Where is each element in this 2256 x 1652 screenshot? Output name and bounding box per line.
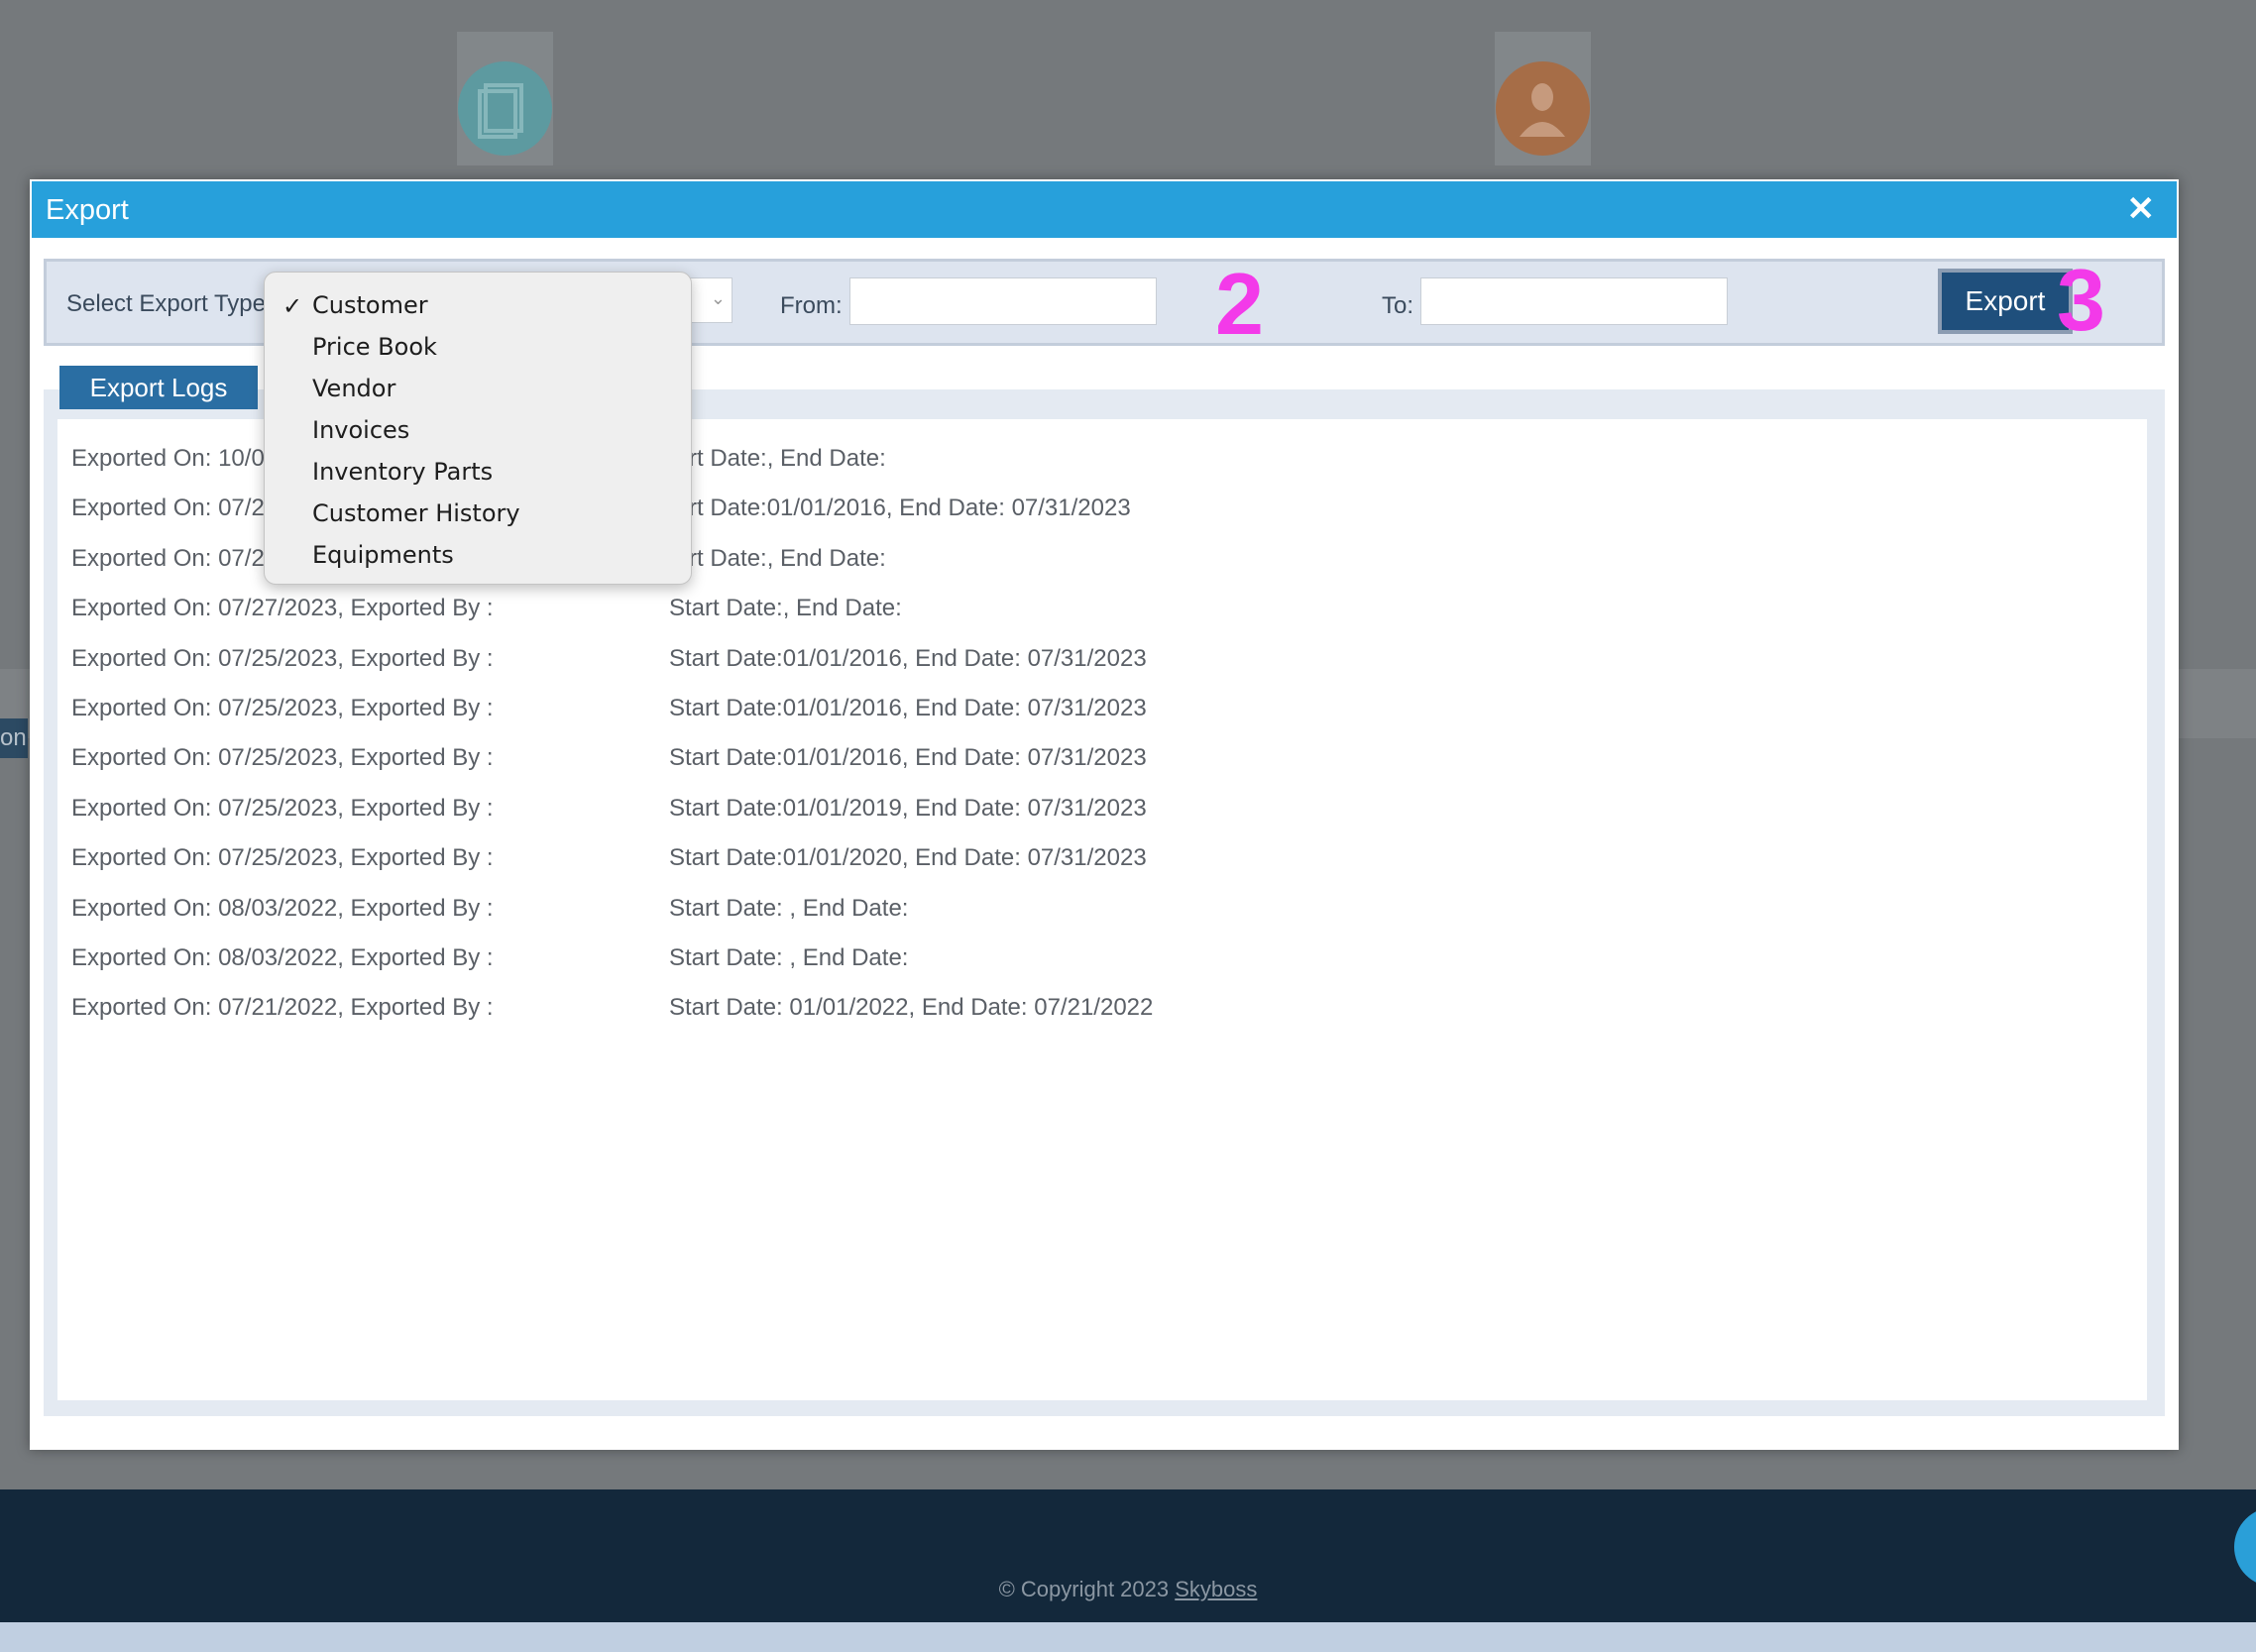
footer: © Copyright 2023 Skyboss <box>0 1489 2256 1622</box>
log-row: Exported On: 07/25/2023, Exported By : St… <box>71 736 1261 786</box>
dropdown-option-invoices[interactable]: Invoices <box>312 416 409 444</box>
close-icon[interactable]: ✕ <box>2127 191 2156 227</box>
log-row: Exported On: 07/27/2023, Exported By : St… <box>71 587 1261 636</box>
export-button[interactable]: Export <box>1938 269 2073 334</box>
log-exported: Exported On: 07/25/2023, Exported By : <box>71 794 494 822</box>
log-row: Exported On: 07/25/2023, Exported By : St… <box>71 687 1261 736</box>
log-row: Exported On: 07/25/2023, Exported By : St… <box>71 836 1261 886</box>
dropdown-option-equipments[interactable]: Equipments <box>312 541 454 569</box>
log-exported: Exported On: 08/03/2022, Exported By : <box>71 894 494 922</box>
log-range: Start Date: 01/01/2022, End Date: 07/21/… <box>669 994 1154 1022</box>
dropdown-option-price-book[interactable]: Price Book <box>312 333 437 361</box>
annotation-marker-2: 2 <box>1215 255 1264 353</box>
log-exported: Exported On: 07/2 <box>71 544 265 572</box>
log-range: Start Date: , End Date: <box>669 894 909 922</box>
log-row: Exported On: 08/03/2022, Exported By : St… <box>71 887 1261 936</box>
bg-tile-book <box>457 32 553 165</box>
log-range: tart Date:, End Date: <box>669 544 886 572</box>
log-exported: Exported On: 07/25/2023, Exported By : <box>71 844 494 872</box>
copyright-text: © Copyright 2023 <box>998 1577 1170 1601</box>
log-exported: Exported On: 07/25/2023, Exported By : <box>71 694 494 721</box>
log-row: Exported On: 07/21/2022, Exported By : St… <box>71 986 1261 1036</box>
footer-copyright: © Copyright 2023 Skyboss <box>0 1577 2256 1602</box>
tab-export-logs[interactable]: Export Logs <box>59 366 258 409</box>
modal-title: Export <box>46 194 129 226</box>
skyboss-link[interactable]: Skyboss <box>1175 1577 1257 1601</box>
log-exported: Exported On: 07/25/2023, Exported By : <box>71 644 494 672</box>
log-range: Start Date: , End Date: <box>669 943 909 971</box>
log-row: Exported On: 07/25/2023, Exported By : St… <box>71 637 1261 687</box>
log-range: Start Date:01/01/2020, End Date: 07/31/2… <box>669 844 1147 872</box>
log-range: Start Date:01/01/2016, End Date: 07/31/2… <box>669 744 1147 772</box>
log-exported: Exported On: 07/21/2022, Exported By : <box>71 994 494 1022</box>
log-range: Start Date:01/01/2016, End Date: 07/31/2… <box>669 694 1147 721</box>
log-range: Start Date:01/01/2016, End Date: 07/31/2… <box>669 644 1147 672</box>
dropdown-option-customer[interactable]: Customer <box>312 291 428 319</box>
export-type-dropdown-menu: ✓ Customer Price Book Vendor Invoices In… <box>264 272 692 585</box>
bottom-strip <box>0 1622 2256 1652</box>
log-range: Start Date:, End Date: <box>669 595 902 622</box>
annotation-marker-3: 3 <box>2057 251 2105 349</box>
log-row: Exported On: 08/03/2022, Exported By : St… <box>71 936 1261 986</box>
log-exported: Exported On: 07/25/2023, Exported By : <box>71 744 494 772</box>
dropdown-option-customer-history[interactable]: Customer History <box>312 499 520 527</box>
person-icon <box>1496 61 1590 156</box>
dropdown-option-vendor[interactable]: Vendor <box>312 375 395 402</box>
export-type-label: Select Export Type <box>66 290 266 317</box>
modal-header: Export ✕ <box>32 181 2177 238</box>
log-range: tart Date:01/01/2016, End Date: 07/31/20… <box>669 495 1131 522</box>
log-range: Start Date:01/01/2019, End Date: 07/31/2… <box>669 794 1147 822</box>
bg-tile-person <box>1495 32 1591 165</box>
log-exported: Exported On: 07/27/2023, Exported By : <box>71 595 494 622</box>
chevron-down-icon: ⌄ <box>710 288 726 308</box>
log-exported: Exported On: 10/0 <box>71 445 265 472</box>
from-label: From: <box>780 292 843 319</box>
to-label: To: <box>1382 292 1414 319</box>
log-exported: Exported On: 07/2 <box>71 495 265 522</box>
log-range: tart Date:, End Date: <box>669 445 886 472</box>
dropdown-option-inventory-parts[interactable]: Inventory Parts <box>312 458 493 486</box>
bg-left-button: on <box>0 718 28 758</box>
book-icon <box>458 61 552 156</box>
log-row: Exported On: 07/25/2023, Exported By : St… <box>71 787 1261 836</box>
log-exported: Exported On: 08/03/2022, Exported By : <box>71 943 494 971</box>
to-date-input[interactable] <box>1420 277 1728 325</box>
checkmark-icon: ✓ <box>282 293 303 320</box>
from-date-input[interactable] <box>849 277 1157 325</box>
